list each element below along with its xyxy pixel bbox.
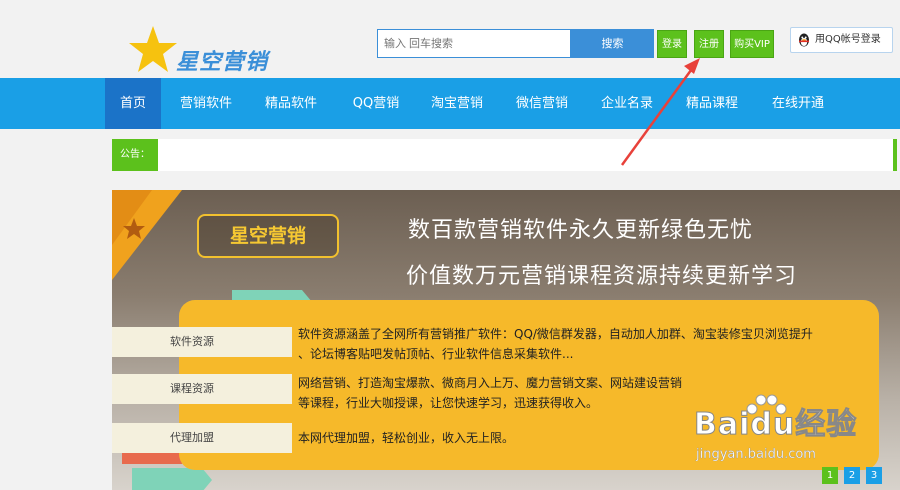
qq-login-button[interactable]: 用QQ帐号登录 [790,27,893,53]
software-desc-line-2: 、论坛博客贴吧发帖顶帖、行业软件信息采集软件... [298,347,574,361]
nav-item-company-directory[interactable]: 企业名录 [591,78,663,129]
slide-page-2[interactable]: 2 [844,467,860,484]
login-button[interactable]: 登录 [657,30,687,58]
nav-item-home[interactable]: 首页 [105,78,161,129]
banner-slogan-1: 数百款营销软件永久更新绿色无忧 [408,218,754,243]
software-resources-desc: 软件资源涵盖了全网所有营销推广软件：QQ/微信群发器，自动加人加群、淘宝装修宝贝… [298,324,813,364]
banner-brand: 星空营销 [197,214,339,258]
logo-text: 星空营销 [176,50,269,75]
main-nav: 首页 营销软件 精品软件 QQ营销 淘宝营销 微信营销 企业名录 精品课程 在线… [0,78,900,129]
buy-vip-button[interactable]: 购买VIP [730,30,774,58]
qq-penguin-icon [799,33,809,47]
software-desc-line-1: 软件资源涵盖了全网所有营销推广软件：QQ/微信群发器，自动加人加群、淘宝装修宝贝… [298,327,813,341]
header: 星空营销 搜索 登录 注册 购买VIP 用QQ帐号登录 [0,0,900,78]
course-resources-desc: 网络营销、打造淘宝爆款、微商月入上万、魔力营销文案、网站建设营销 等课程，行业大… [298,373,682,413]
notice-label: 公告： [112,139,158,171]
nav-item-online-activation[interactable]: 在线开通 [762,78,834,129]
nav-item-premium-courses[interactable]: 精品课程 [676,78,748,129]
agent-join-desc: 本网代理加盟，轻松创业，收入无上限。 [298,431,515,445]
slide-page-3[interactable]: 3 [866,467,882,484]
qq-login-label: 用QQ帐号登录 [815,34,881,45]
course-desc-line-1: 网络营销、打造淘宝爆款、微商月入上万、魔力营销文案、网站建设营销 [298,376,683,390]
nav-item-marketing-software[interactable]: 营销软件 [170,78,242,129]
slide-page-1[interactable]: 1 [822,467,838,484]
tab-software-resources[interactable]: 软件资源 [112,327,292,357]
tab-course-resources[interactable]: 课程资源 [112,374,292,404]
page: 星空营销 搜索 登录 注册 购买VIP 用QQ帐号登录 首页 营销软件 精品软件… [0,0,900,490]
site-logo[interactable]: 星空营销 [128,24,288,75]
star-icon [129,26,177,72]
watermark-url: jingyan.baidu.com [696,447,816,462]
nav-item-premium-software[interactable]: 精品软件 [255,78,327,129]
banner-slogan-2: 价值数万元营销课程资源持续更新学习 [406,264,798,289]
nav-item-taobao-marketing[interactable]: 淘宝营销 [421,78,493,129]
notice-bar: 公告： [112,139,897,171]
baidu-jingyan-watermark: Baidu经验 jingyan.baidu.com [690,394,870,467]
register-button[interactable]: 注册 [694,30,724,58]
course-desc-line-2: 等课程，行业大咖授课，让您快速学习，迅速获得收入。 [298,396,599,410]
search-button[interactable]: 搜索 [571,29,654,58]
tab-agent-join[interactable]: 代理加盟 [112,423,292,453]
nav-item-wechat-marketing[interactable]: 微信营销 [506,78,578,129]
nav-item-qq-marketing[interactable]: QQ营销 [340,78,412,129]
notice-edge [893,139,897,171]
watermark-main-text: Baidu经验 [693,407,858,443]
search-input[interactable] [377,29,571,58]
